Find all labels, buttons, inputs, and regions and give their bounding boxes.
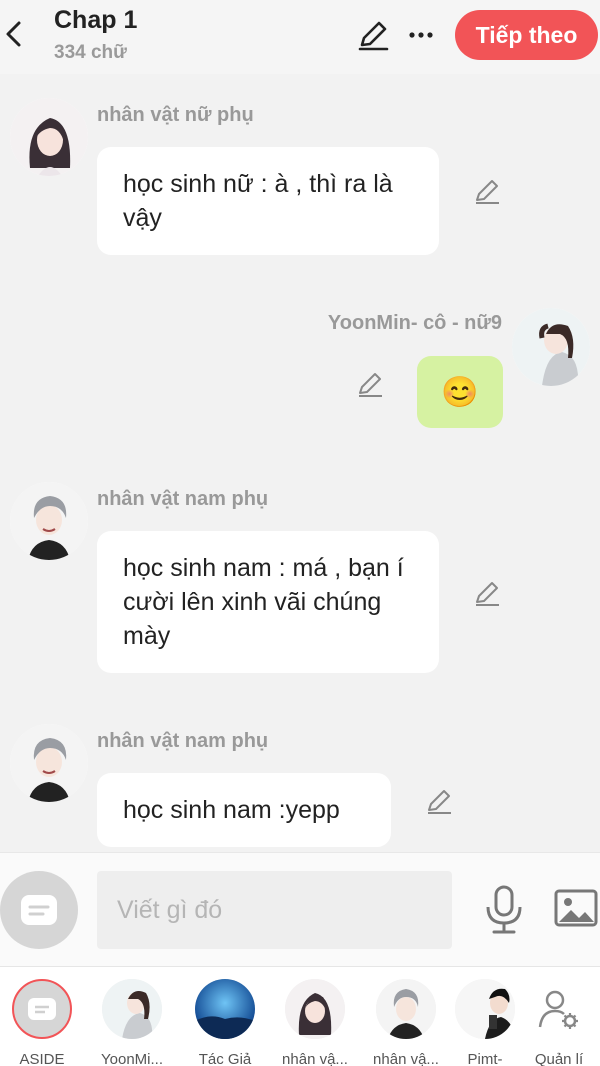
character-label: Quản lí — [534, 1051, 584, 1066]
avatar[interactable] — [10, 482, 88, 560]
edit-message-icon[interactable] — [424, 786, 454, 816]
sender-name: nhân vật nữ phụ — [97, 104, 254, 126]
image-icon[interactable] — [554, 889, 600, 929]
character-label: Tác Giả — [198, 1051, 252, 1066]
edit-message-icon[interactable] — [472, 578, 502, 608]
character-aside[interactable]: ASIDE — [0, 979, 84, 1066]
back-icon[interactable] — [0, 14, 26, 54]
more-icon[interactable] — [404, 18, 438, 52]
character-label: nhân vậ... — [282, 1051, 348, 1066]
avatar[interactable] — [10, 98, 88, 176]
character-male-side[interactable]: nhân vậ... — [364, 979, 448, 1066]
aside-icon — [12, 979, 72, 1039]
manage-characters-button[interactable]: Quản lí — [518, 979, 600, 1066]
message-bubble[interactable]: học sinh nữ : à , thì ra là vậy — [97, 147, 439, 255]
next-button[interactable]: Tiếp theo — [455, 10, 598, 60]
character-author[interactable]: Tác Giả — [183, 979, 267, 1066]
microphone-icon[interactable] — [482, 885, 526, 935]
sender-name: YoonMin- cô - nữ9 — [327, 312, 502, 334]
chapter-title: Chap 1 — [54, 6, 138, 34]
aside-icon — [21, 895, 57, 925]
message-input[interactable] — [97, 871, 452, 949]
message-bubble[interactable]: học sinh nam : má , bạn í cười lên xinh … — [97, 531, 439, 673]
avatar — [376, 979, 436, 1039]
sender-name: nhân vật nam phụ — [97, 730, 269, 752]
character-label: Pimt- — [467, 1051, 503, 1066]
sender-name: nhân vật nam phụ — [97, 488, 269, 510]
character-label: YoonMi... — [101, 1051, 163, 1066]
character-pimt[interactable]: Pimt- — [452, 979, 518, 1066]
my-message-bubble[interactable]: 😊 — [417, 356, 503, 428]
avatar — [455, 979, 515, 1039]
word-count: 334 chữ — [54, 42, 127, 63]
message-bubble[interactable]: học sinh nam :yepp — [97, 773, 391, 847]
user-settings-icon — [529, 979, 589, 1039]
avatar[interactable] — [10, 724, 88, 802]
pencil-icon[interactable] — [356, 18, 390, 52]
avatar[interactable] — [512, 308, 590, 386]
composer — [0, 852, 600, 966]
character-label: nhân vậ... — [373, 1051, 439, 1066]
edit-message-icon[interactable] — [355, 369, 385, 399]
chat-area[interactable]: nhân vật nữ phụ học sinh nữ : à , thì ra… — [0, 74, 600, 852]
character-yoonmin[interactable]: YoonMi... — [90, 979, 174, 1066]
edit-message-icon[interactable] — [472, 176, 502, 206]
aside-button[interactable] — [0, 871, 78, 949]
character-female-side[interactable]: nhân vậ... — [273, 979, 357, 1066]
top-bar: Chap 1 334 chữ Tiếp theo — [0, 0, 600, 74]
avatar — [102, 979, 162, 1039]
character-bar: ASIDE YoonMi... Tác Giả nhân vậ... nhân … — [0, 966, 600, 1066]
avatar — [285, 979, 345, 1039]
character-label: ASIDE — [19, 1051, 65, 1066]
avatar — [195, 979, 255, 1039]
